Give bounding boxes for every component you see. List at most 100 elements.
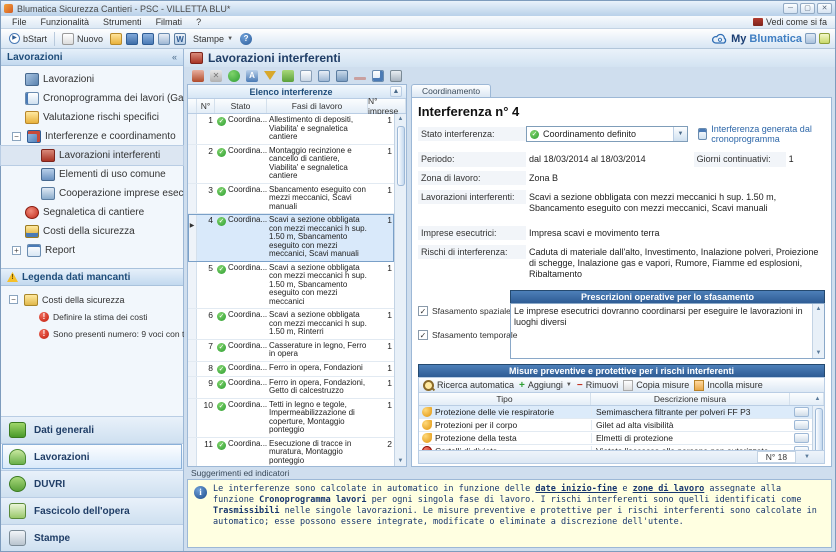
menu-filmati[interactable]: Filmati — [149, 17, 190, 27]
scroll-down-icon[interactable]: ▼ — [816, 348, 822, 358]
elenco-row-7[interactable]: 7✓Coordina...Casserature in legno, Ferro… — [188, 340, 394, 362]
word-export-icon[interactable]: W — [174, 33, 186, 45]
bstart-button[interactable]: ▶ bStart — [6, 32, 50, 45]
tree-item-cronoprogramma[interactable]: Cronoprogramma dei lavori (Gantt) — [1, 89, 183, 108]
collapse-node-icon[interactable]: − — [9, 295, 18, 304]
mail-icon[interactable] — [300, 70, 312, 82]
delete-icon[interactable]: ✕ — [210, 70, 222, 82]
expand-node-icon[interactable]: + — [12, 246, 21, 255]
profile-icon[interactable] — [805, 33, 816, 44]
edit-misura-button[interactable] — [794, 420, 809, 430]
vedi-come-si-fa-link[interactable]: Vedi come si fa — [753, 17, 831, 27]
tree-item-lavorazioni-interferenti[interactable]: Lavorazioni interferenti — [1, 146, 183, 165]
help-icon[interactable]: ? — [240, 33, 252, 45]
menu-help[interactable]: ? — [189, 17, 208, 27]
feedback-form-icon[interactable] — [819, 33, 830, 44]
column-n[interactable]: N° — [197, 99, 215, 113]
nav-stampe[interactable]: Stampe — [1, 524, 183, 551]
close-button[interactable]: ✕ — [817, 3, 832, 14]
elenco-row-5[interactable]: 5✓Coordina...Scavi a sezione obbligata c… — [188, 262, 394, 310]
legend-item[interactable]: !Sono presenti numero: 9 voci con totale… — [1, 325, 181, 342]
open-folder-icon[interactable] — [110, 33, 122, 45]
tab-coordinamento[interactable]: Coordinamento — [411, 84, 491, 97]
elenco-row-8[interactable]: 8✓Coordina...Ferro in opera, Fondazioni1 — [188, 362, 394, 377]
copia-misure-button[interactable]: Copia misure — [623, 380, 689, 391]
nav-lavorazioni[interactable]: Lavorazioni — [1, 443, 183, 470]
nuovo-button[interactable]: Nuovo — [59, 32, 106, 46]
note-icon[interactable] — [372, 70, 384, 82]
insert-icon[interactable] — [336, 70, 348, 82]
column-stato[interactable]: Stato — [215, 99, 267, 113]
collapse-node-icon[interactable]: − — [12, 132, 21, 141]
tree-item-valutazione-rischi[interactable]: Valutazione rischi specifici — [1, 108, 183, 127]
scroll-up-icon[interactable]: ▲ — [816, 304, 822, 314]
edit-misura-button[interactable] — [794, 407, 809, 417]
title-bar[interactable]: Blumatica Sicurezza Cantieri - PSC - VIL… — [1, 1, 835, 16]
stato-interferenza-select[interactable]: ✓ Coordinamento definito ▼ — [526, 126, 688, 142]
rimuovi-button[interactable]: −Rimuovi — [577, 380, 618, 391]
incolla-misure-button[interactable]: Incolla misure — [694, 380, 763, 391]
filter-icon[interactable] — [264, 71, 276, 80]
misure-scrollbar[interactable] — [812, 406, 824, 450]
elenco-row-4[interactable]: ▶4✓Coordina...Scavi a sezione obbligata … — [188, 214, 394, 262]
save-layout-icon[interactable] — [318, 70, 330, 82]
elenco-row-10[interactable]: 10✓Coordina...Tetti in legno e tegole, I… — [188, 399, 394, 438]
save-export-icon[interactable] — [158, 33, 170, 45]
menu-strumenti[interactable]: Strumenti — [96, 17, 149, 27]
save-as-icon[interactable] — [142, 33, 154, 45]
tree-item-cooperazione[interactable]: Cooperazione imprese esecutrici — [1, 184, 183, 203]
menu-funzionalita[interactable]: Funzionalità — [34, 17, 97, 27]
scroll-thumb[interactable] — [815, 408, 823, 451]
scroll-down-icon[interactable]: ▼ — [398, 456, 404, 466]
tree-item-segnaletica[interactable]: Segnaletica di cantiere — [1, 203, 183, 222]
column-tipo[interactable]: Tipo — [419, 393, 591, 405]
elenco-row-6[interactable]: 6✓Coordina...Scavi a sezione obbligata c… — [188, 309, 394, 340]
misura-row[interactable]: Protezione delle vie respiratorieSemimas… — [419, 406, 812, 419]
tree-item-lavorazioni[interactable]: Lavorazioni — [1, 70, 183, 89]
refresh-icon[interactable] — [228, 70, 240, 82]
chevron-down-icon[interactable]: ▼ — [673, 127, 687, 141]
column-fasi[interactable]: Fasi di lavoro — [267, 99, 368, 113]
scroll-up-icon[interactable]: ▲ — [398, 114, 404, 124]
elenco-scrollbar[interactable]: ▲ ▼ — [394, 114, 406, 466]
exit-icon[interactable] — [192, 70, 204, 82]
scroll-down-icon[interactable]: ▼ — [804, 452, 810, 462]
export-icon[interactable] — [282, 70, 294, 82]
menu-file[interactable]: File — [5, 17, 34, 27]
legend-item[interactable]: !Definire la stima dei costi — [1, 308, 181, 325]
elenco-row-2[interactable]: 2✓Coordina...Montaggio recinzione e canc… — [188, 145, 394, 184]
tree-item-interferenze[interactable]: −Interferenze e coordinamento — [1, 127, 183, 146]
prescrizioni-scrollbar[interactable]: ▲ ▼ — [812, 304, 824, 358]
collapse-sidebar-icon[interactable]: « — [172, 52, 177, 62]
nav-fascicolo[interactable]: Fascicolo dell'opera — [1, 497, 183, 524]
maximize-button[interactable]: ▢ — [800, 3, 815, 14]
tree-item-costi-sicurezza[interactable]: Costi della sicurezza — [1, 222, 183, 241]
find-icon[interactable]: A — [246, 70, 258, 82]
scroll-thumb[interactable] — [397, 126, 405, 186]
myblumatica-brand[interactable]: MyBlumatica — [712, 33, 830, 45]
tree-item-report[interactable]: +Report — [1, 241, 183, 260]
legend-group-costi[interactable]: −Costi della sicurezza — [1, 291, 181, 308]
save-icon[interactable] — [126, 33, 138, 45]
aggiungi-button[interactable]: +Aggiungi▼ — [519, 380, 572, 391]
print-icon[interactable] — [390, 70, 402, 82]
column-imprese[interactable]: N° imprese — [368, 99, 406, 113]
nav-duvri[interactable]: DUVRI — [1, 470, 183, 497]
interferenza-generata-link[interactable]: Interferenza generata dal cronoprogramma — [698, 124, 825, 144]
elenco-row-11[interactable]: 11✓Coordina...Esecuzione di tracce in mu… — [188, 438, 394, 467]
elenco-row-1[interactable]: 1✓Coordina...Allestimento di depositi, V… — [188, 114, 394, 145]
elenco-row-9[interactable]: 9✓Coordina...Ferro in opera, Fondazioni,… — [188, 377, 394, 399]
sfasamento-temporale-checkbox[interactable]: ✓ Sfasamento temporale — [418, 330, 504, 340]
misura-row[interactable]: Protezioni per il corpoGilet ad alta vis… — [419, 419, 812, 432]
nav-dati-generali[interactable]: Dati generali — [1, 416, 183, 443]
scroll-up-icon[interactable]: ▲ — [812, 393, 824, 405]
sfasamento-spaziale-checkbox[interactable]: ✓ Sfasamento spaziale — [418, 306, 504, 316]
minimize-button[interactable]: ─ — [783, 3, 798, 14]
prescrizioni-textarea[interactable]: Le imprese esecutrici dovranno coordinar… — [510, 303, 825, 359]
edit-misura-button[interactable] — [794, 433, 809, 443]
elenco-row-3[interactable]: 3✓Coordina...Sbancamento eseguito con me… — [188, 184, 394, 215]
misura-row[interactable]: Protezione della testaElmetti di protezi… — [419, 432, 812, 445]
tree-item-elementi-uso-comune[interactable]: Elementi di uso comune — [1, 165, 183, 184]
column-descrizione[interactable]: Descrizione misura — [591, 393, 790, 405]
ricerca-automatica-button[interactable]: Ricerca automatica — [423, 380, 514, 391]
